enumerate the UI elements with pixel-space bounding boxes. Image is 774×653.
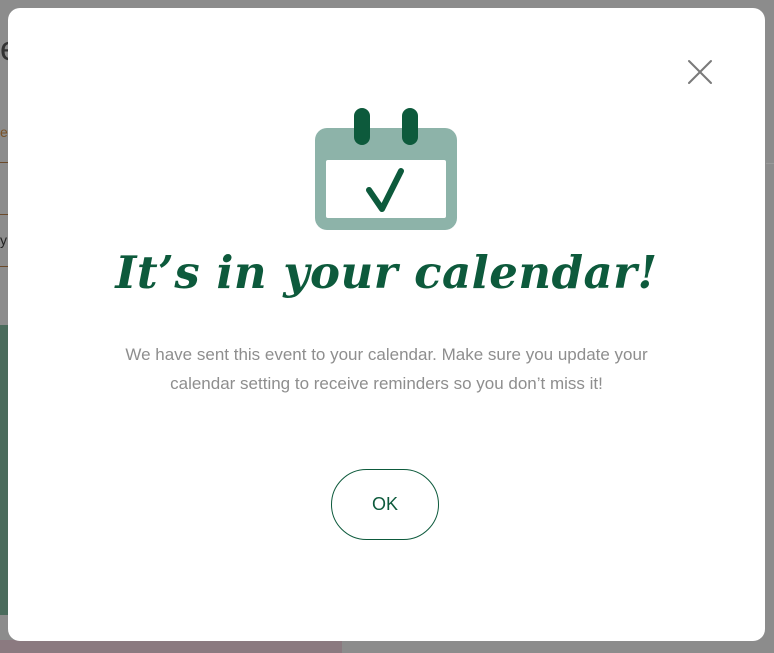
calendar-confirmation-modal: It’s in your calendar! We have sent this… [8,8,765,641]
background-text-fragment: e [0,124,8,140]
close-icon [688,60,712,84]
modal-headline: It’s in your calendar! [115,246,658,299]
calendar-check-icon [315,108,457,230]
background-divider [766,163,774,164]
background-text-fragment: y [0,232,7,248]
background-image-fragment [0,325,8,615]
ok-button[interactable]: OK [331,469,439,540]
background-divider [0,266,8,267]
close-button[interactable] [686,58,714,86]
background-divider [0,214,8,215]
modal-message: We have sent this event to your calendar… [125,345,648,393]
background-image-fragment [0,640,342,653]
background-divider [0,162,8,163]
